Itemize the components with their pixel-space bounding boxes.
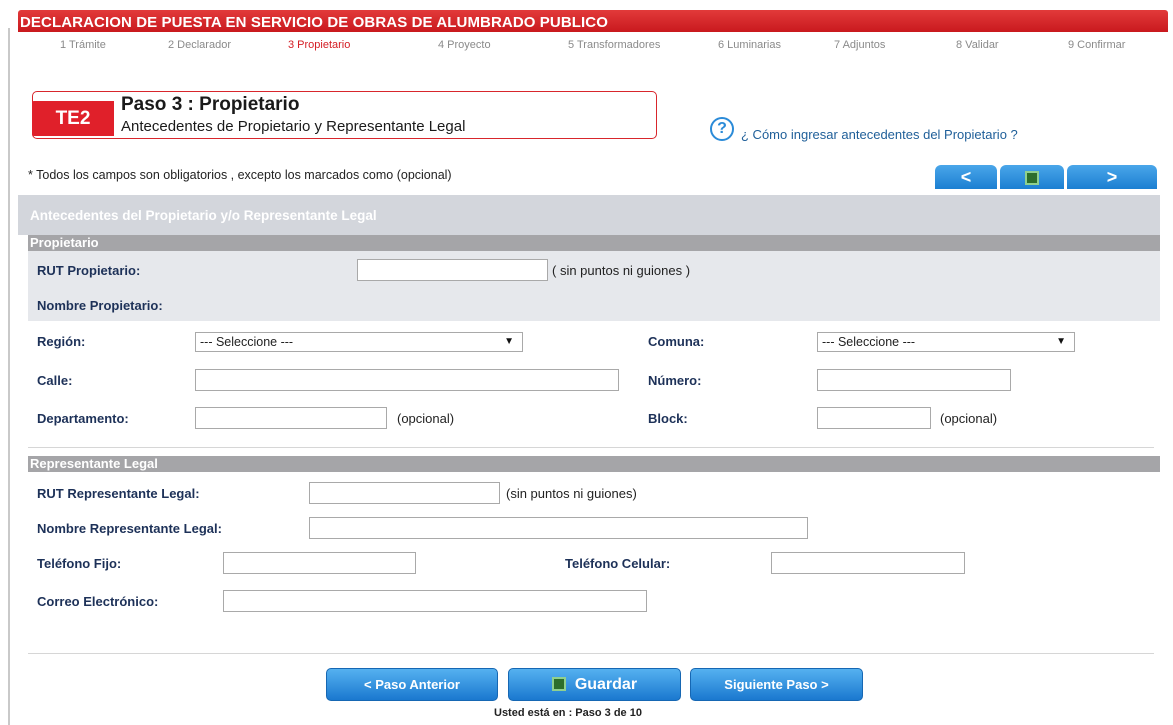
next-step-big-button[interactable]: Siguiente Paso > <box>690 668 863 701</box>
numero-label: Número: <box>648 373 702 388</box>
required-fields-note: * Todos los campos son obligatorios , ex… <box>28 168 452 182</box>
step-tracker: 1 Trámite 2 Declarador 3 Propietario 4 P… <box>18 39 1168 55</box>
telefono-celular-label: Teléfono Celular: <box>565 556 671 571</box>
step-status: Usted está en : Paso 3 de 10 <box>494 707 642 719</box>
comuna-select[interactable]: --- Seleccione --- ▼ <box>817 332 1075 352</box>
step-subheading: Antecedentes de Propietario y Representa… <box>121 118 466 135</box>
save-button[interactable] <box>1000 165 1064 189</box>
block-hint: (opcional) <box>940 411 998 426</box>
nombre-representante-input[interactable] <box>309 517 808 539</box>
page-title: DECLARACION DE PUESTA EN SERVICIO DE OBR… <box>20 14 609 31</box>
region-select[interactable]: --- Seleccione --- ▼ <box>195 332 523 352</box>
section-title: Antecedentes del Propietario y/o Represe… <box>18 195 1160 235</box>
step-6[interactable]: 6 Luminarias <box>718 39 781 51</box>
numero-input[interactable] <box>817 369 1011 391</box>
title-banner: DECLARACION DE PUESTA EN SERVICIO DE OBR… <box>18 10 1168 32</box>
footer-divider <box>28 653 1154 654</box>
departamento-input[interactable] <box>195 407 387 429</box>
step-7[interactable]: 7 Adjuntos <box>834 39 885 51</box>
block-input[interactable] <box>817 407 931 429</box>
region-select-value: --- Seleccione --- <box>200 335 294 349</box>
correo-label: Correo Electrónico: <box>37 594 159 609</box>
comuna-select-value: --- Seleccione --- <box>822 335 916 349</box>
next-step-button[interactable]: > <box>1067 165 1157 189</box>
dropdown-arrow-icon: ▼ <box>504 336 514 347</box>
question-circle-icon[interactable]: ? <box>710 117 734 141</box>
block-label: Block: <box>648 411 688 426</box>
rut-propietario-label: RUT Propietario: <box>37 263 141 278</box>
telefono-fijo-input[interactable] <box>223 552 416 574</box>
comuna-label: Comuna: <box>648 334 705 349</box>
top-nav-buttons: < > <box>935 165 1157 189</box>
representante-heading: Representante Legal <box>28 456 1160 472</box>
step-8[interactable]: 8 Validar <box>956 39 999 51</box>
rut-representante-hint: (sin puntos ni guiones) <box>506 486 637 501</box>
guardar-label: Guardar <box>574 676 638 693</box>
departamento-label: Departamento: <box>37 411 129 426</box>
step-5[interactable]: 5 Transformadores <box>568 39 660 51</box>
previous-step-button[interactable]: < Paso Anterior <box>326 668 498 701</box>
correo-input[interactable] <box>223 590 647 612</box>
step-9[interactable]: 9 Confirmar <box>1068 39 1125 51</box>
calle-input[interactable] <box>195 369 619 391</box>
telefono-celular-input[interactable] <box>771 552 965 574</box>
left-border <box>8 28 10 725</box>
propietario-heading: Propietario <box>28 235 1160 251</box>
rut-propietario-input[interactable] <box>357 259 548 281</box>
step-heading: Paso 3 : Propietario <box>121 94 300 115</box>
form-code-badge: TE2 <box>32 101 114 136</box>
step-2[interactable]: 2 Declarador <box>168 39 231 51</box>
rut-representante-input[interactable] <box>309 482 500 504</box>
departamento-hint: (opcional) <box>397 411 455 426</box>
rut-representante-label: RUT Representante Legal: <box>37 486 200 501</box>
help-link[interactable]: ¿ Cómo ingresar antecedentes del Propiet… <box>741 127 1018 142</box>
rut-propietario-hint: ( sin puntos ni guiones ) <box>552 263 691 278</box>
step-4[interactable]: 4 Proyecto <box>438 39 491 51</box>
nombre-representante-label: Nombre Representante Legal: <box>37 521 222 536</box>
step-3-current[interactable]: 3 Propietario <box>288 39 350 51</box>
telefono-fijo-label: Teléfono Fijo: <box>37 556 122 571</box>
prev-step-button[interactable]: < <box>935 165 997 189</box>
guardar-button[interactable]: Guardar <box>508 668 681 701</box>
step-1[interactable]: 1 Trámite <box>60 39 106 51</box>
save-disk-icon <box>551 677 566 691</box>
nombre-propietario-label: Nombre Propietario: <box>37 298 163 313</box>
dropdown-arrow-icon: ▼ <box>1056 336 1066 347</box>
calle-label: Calle: <box>37 373 73 388</box>
propietario-shaded-area <box>28 251 1160 321</box>
region-label: Región: <box>37 334 86 349</box>
section-divider <box>28 447 1154 448</box>
save-disk-icon <box>1025 171 1039 185</box>
